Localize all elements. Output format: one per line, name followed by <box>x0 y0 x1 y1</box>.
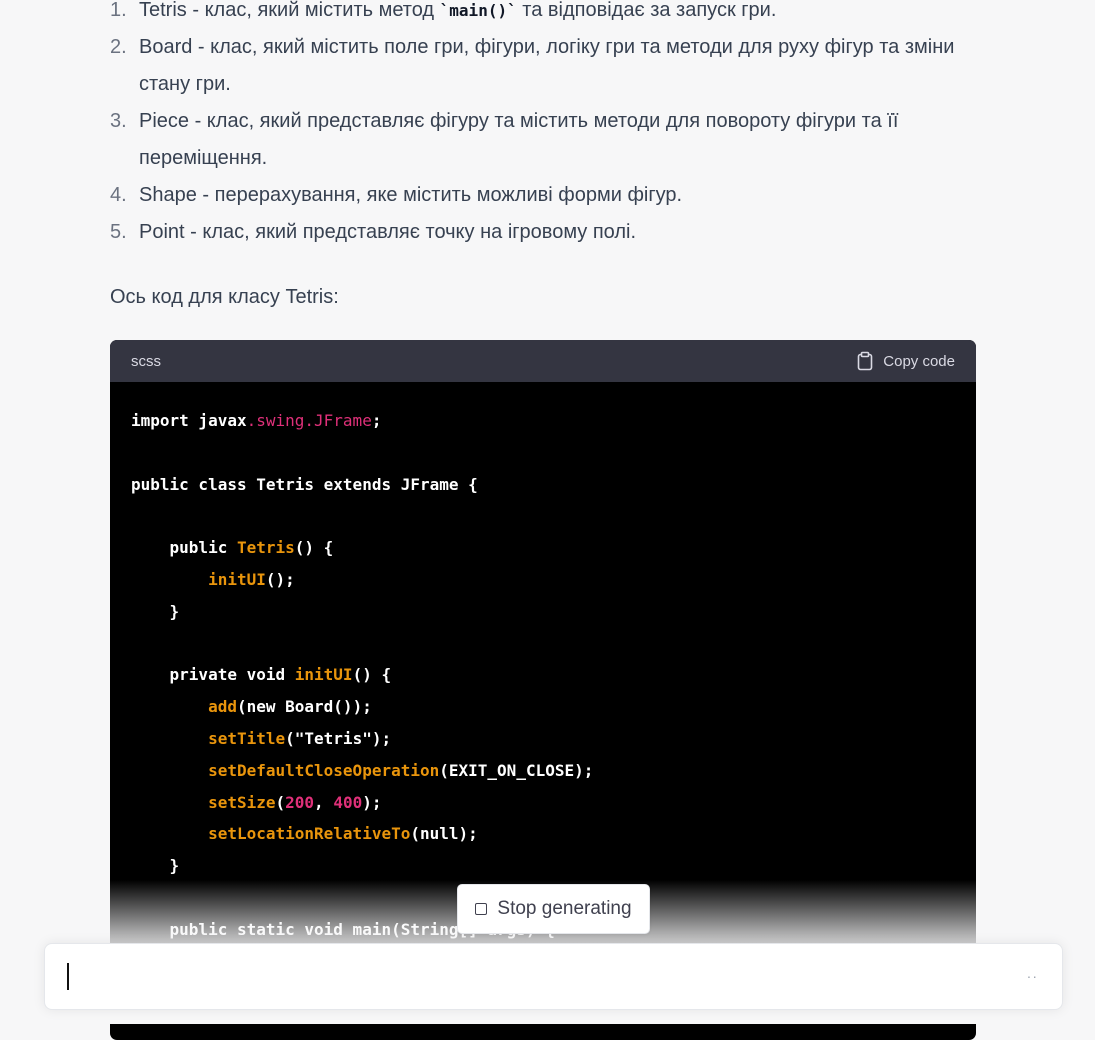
code-line: add(new Board()); <box>208 697 372 717</box>
class-list: 1. Tetris - клас, який містить метод `mai… <box>110 0 970 259</box>
class-name: Board <box>139 36 193 58</box>
stop-square-icon <box>475 903 488 915</box>
prompt-input[interactable]: ·· <box>44 943 1063 1010</box>
code-language: scss <box>131 352 161 370</box>
code-block: scss Copy code import javax.swing.JFrame… <box>110 340 976 1040</box>
list-item: 2. Board - клас, який містить поле гри, ф… <box>110 29 970 103</box>
list-number: 3. <box>110 110 127 132</box>
stop-generating-button[interactable]: Stop generating <box>457 884 650 934</box>
code-content: import javax.swing.JFrame; public class T… <box>110 382 976 946</box>
code-line: import javax.swing.JFrame; <box>131 411 382 430</box>
code-line: } <box>131 856 180 876</box>
ellipsis-icon: ·· <box>1026 968 1038 984</box>
item-text: - клас, який містить метод <box>186 0 440 21</box>
item-text-end: та відповідає за запуск гри. <box>516 0 777 21</box>
item-text: - клас, який містить поле гри, фігури, л… <box>139 36 955 95</box>
code-line: } <box>131 601 180 621</box>
list-item: 5. Point - клас, який представляє точку н… <box>110 214 970 251</box>
item-text: - клас, який представляє фігуру та місти… <box>139 110 899 169</box>
item-text: - перерахування, яке містить можливі фор… <box>196 184 683 206</box>
item-text: - клас, який представляє точку на ігрово… <box>184 221 637 243</box>
list-number: 4. <box>110 184 127 206</box>
code-line: setDefaultCloseOperation(EXIT_ON_CLOSE); <box>208 760 594 780</box>
code-line: setSize(200, 400); <box>208 792 382 812</box>
class-name: Piece <box>139 110 190 132</box>
code-line: setLocationRelativeTo(null); <box>208 824 478 844</box>
copy-code-button[interactable]: Copy code <box>857 351 955 371</box>
class-name: Shape <box>139 184 197 206</box>
list-number: 5. <box>110 221 127 243</box>
clipboard-icon <box>857 351 873 371</box>
list-item: 3. Piece - клас, який представляє фігуру … <box>110 103 970 177</box>
text-caret <box>67 963 69 990</box>
code-line: initUI(); <box>208 569 295 589</box>
list-item: 1. Tetris - клас, який містить метод `mai… <box>110 0 970 29</box>
list-number: 1. <box>110 0 127 21</box>
intro-paragraph: Ось код для класу Tetris: <box>110 286 339 308</box>
code-line: public class Tetris extends JFrame { <box>131 474 478 494</box>
list-item: 4. Shape - перерахування, яке містить мож… <box>110 177 970 214</box>
stop-generating-label: Stop generating <box>497 898 632 919</box>
class-name: Tetris <box>139 0 187 21</box>
copy-code-label: Copy code <box>883 352 955 370</box>
code-line: public Tetris() { <box>131 538 334 558</box>
code-line: setTitle("Tetris"); <box>208 728 392 748</box>
inline-code: `main()` <box>439 1 517 20</box>
code-line: private void initUI() { <box>131 665 392 685</box>
list-number: 2. <box>110 36 127 58</box>
code-header: scss Copy code <box>110 340 976 382</box>
class-name: Point <box>139 221 185 243</box>
